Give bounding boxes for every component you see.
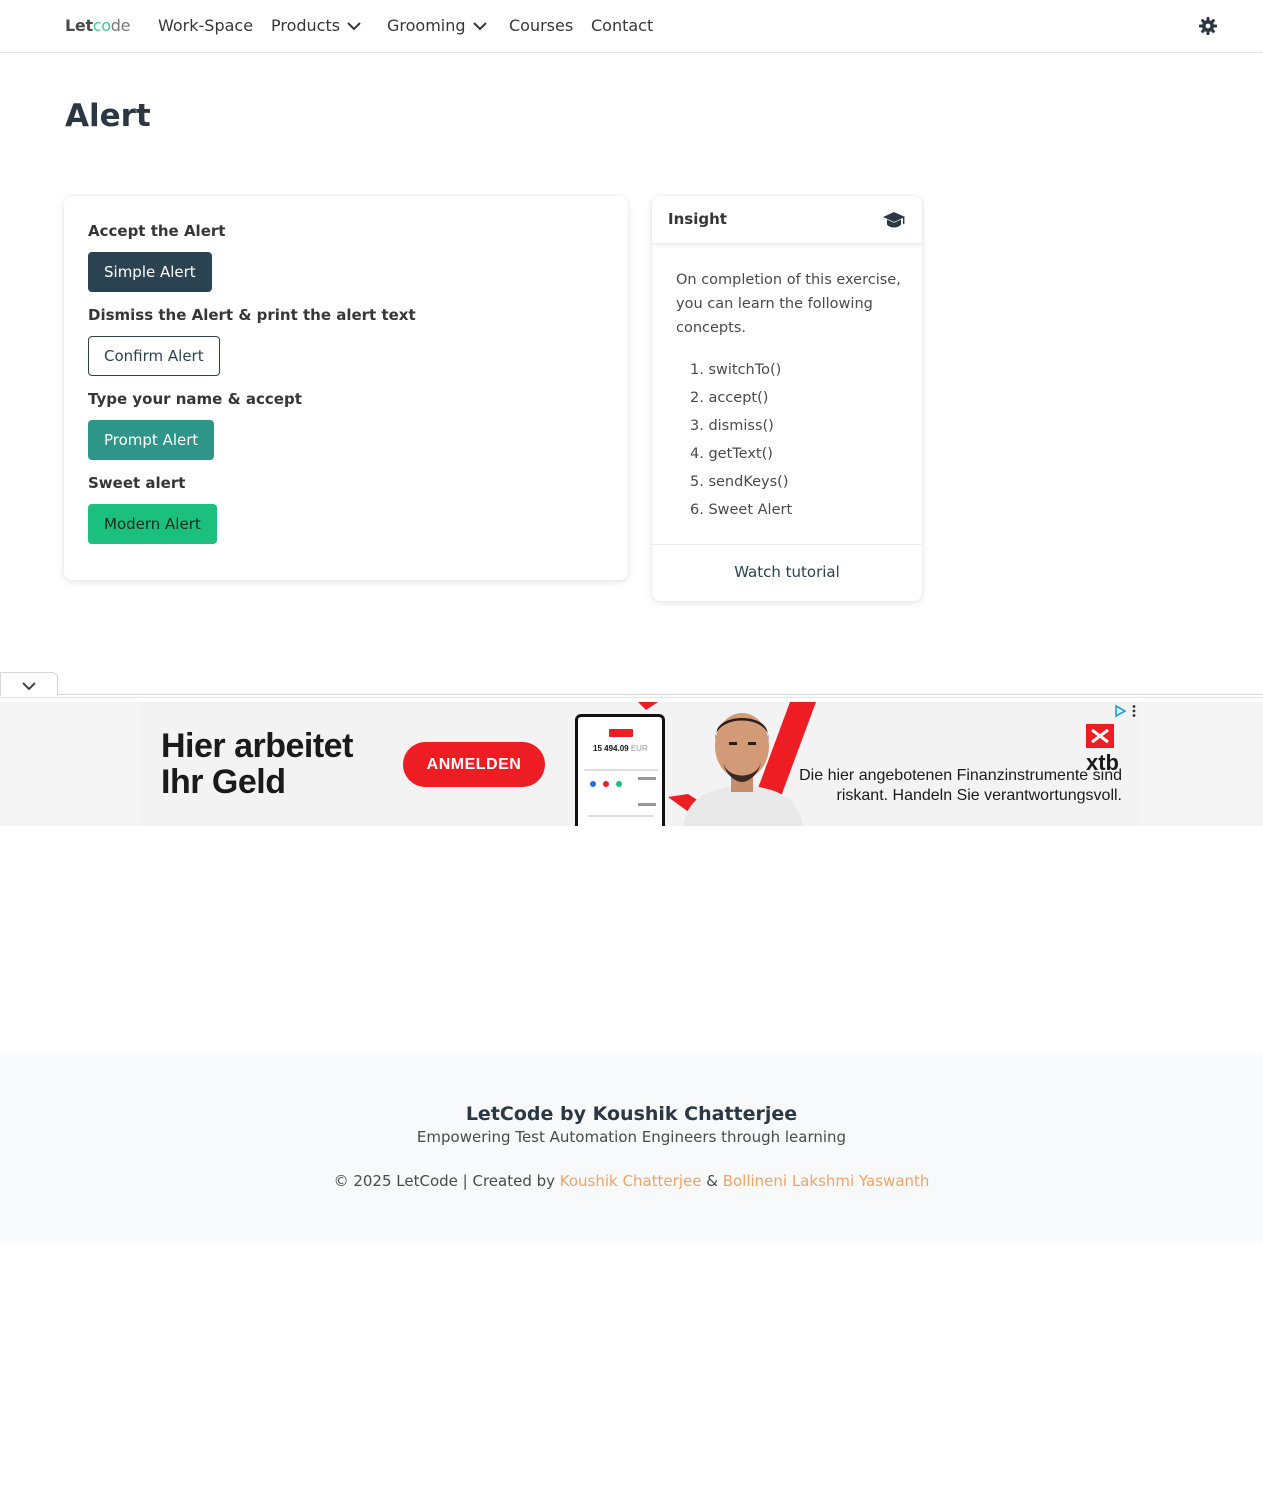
list-item: 2. accept() bbox=[690, 390, 769, 406]
chevron-down-icon bbox=[472, 21, 487, 30]
insight-title: Insight bbox=[668, 210, 727, 228]
list-item: 6. Sweet Alert bbox=[690, 502, 793, 518]
prompt-alert-button[interactable]: Prompt Alert bbox=[88, 420, 215, 460]
watch-tutorial-link[interactable]: Watch tutorial bbox=[652, 563, 922, 581]
list-item: 3. dismiss() bbox=[690, 418, 774, 434]
nav-item-label: Products bbox=[271, 16, 341, 35]
alert-card: Accept the Alert Simple Alert Dismiss th… bbox=[64, 196, 628, 580]
accept-alert-label: Accept the Alert bbox=[88, 222, 226, 240]
list-item: 4. getText() bbox=[690, 446, 773, 462]
ad-collapse-toggle[interactable] bbox=[0, 672, 58, 696]
ad-divider bbox=[0, 694, 1263, 695]
ad-disclaimer: Die hier angebotenen Finanzinstrumente s… bbox=[799, 767, 1122, 804]
insight-description: On completion of this exercise, you can … bbox=[676, 272, 901, 336]
xtb-logo-icon bbox=[1086, 724, 1114, 748]
insight-card-footer: Watch tutorial bbox=[652, 544, 922, 601]
prompt-alert-label: Type your name & accept bbox=[88, 390, 302, 408]
letcode-logo[interactable]: Letcode bbox=[65, 16, 131, 35]
footer-title: LetCode by Koushik Chatterjee bbox=[465, 1103, 798, 1125]
graduation-cap-icon bbox=[883, 212, 905, 228]
ad-person-image bbox=[683, 713, 803, 826]
ad-banner[interactable]: Hier arbeitet Ihr Geld ANMELDEN 15 494.0… bbox=[138, 702, 1142, 826]
nav-item-courses[interactable]: Courses bbox=[509, 16, 573, 35]
phone-balance: 15 494.09 EUR bbox=[593, 744, 648, 753]
nav-item-grooming[interactable]: Grooming bbox=[387, 16, 488, 35]
ad-signup-button[interactable]: ANMELDEN bbox=[403, 742, 545, 787]
nav-item-workspace[interactable]: Work-Space bbox=[158, 16, 253, 35]
simple-alert-button[interactable]: Simple Alert bbox=[88, 252, 212, 292]
chevron-down-icon bbox=[347, 21, 361, 30]
insight-card-header: Insight bbox=[652, 196, 922, 244]
dismiss-alert-label: Dismiss the Alert & print the alert text bbox=[88, 306, 416, 324]
ad-choices-icon[interactable] bbox=[1113, 704, 1127, 718]
insight-card: Insight On completion of this exercise, … bbox=[652, 196, 922, 601]
page-title: Alert bbox=[65, 98, 151, 134]
gear-icon[interactable] bbox=[1198, 16, 1218, 36]
nav-item-products[interactable]: Products bbox=[271, 16, 362, 35]
chevron-down-icon bbox=[22, 682, 36, 691]
sweet-alert-label: Sweet alert bbox=[88, 474, 186, 492]
confirm-alert-button[interactable]: Confirm Alert bbox=[88, 336, 220, 376]
author-link-koushik[interactable]: Koushik Chatterjee bbox=[560, 1172, 702, 1190]
footer-subtitle: Empowering Test Automation Engineers thr… bbox=[416, 1128, 847, 1146]
list-item: 1. switchTo() bbox=[690, 362, 782, 378]
author-link-yaswanth[interactable]: Bollineni Lakshmi Yaswanth bbox=[723, 1172, 930, 1190]
concept-list: 1. switchTo() 2. accept() 3. dismiss() 4… bbox=[690, 356, 792, 524]
footer-copyright: © 2025 LetCode | Created by Koushik Chat… bbox=[333, 1172, 930, 1190]
ad-headline: Hier arbeitet Ihr Geld bbox=[161, 727, 353, 801]
top-navbar: Letcode Work-Space Products Grooming Cou… bbox=[0, 0, 1263, 53]
ad-menu-icon[interactable] bbox=[1131, 704, 1137, 718]
nav-item-label: Grooming bbox=[387, 16, 466, 35]
nav-item-contact[interactable]: Contact bbox=[591, 16, 653, 35]
list-item: 5. sendKeys() bbox=[690, 474, 789, 490]
xtb-logo-icon bbox=[609, 729, 633, 737]
modern-alert-button[interactable]: Modern Alert bbox=[88, 504, 217, 544]
page-footer: LetCode by Koushik Chatterjee Empowering… bbox=[0, 1055, 1263, 1241]
ad-divider bbox=[0, 697, 1263, 698]
ad-phone-graphic: 15 494.09 EUR bbox=[575, 714, 665, 826]
